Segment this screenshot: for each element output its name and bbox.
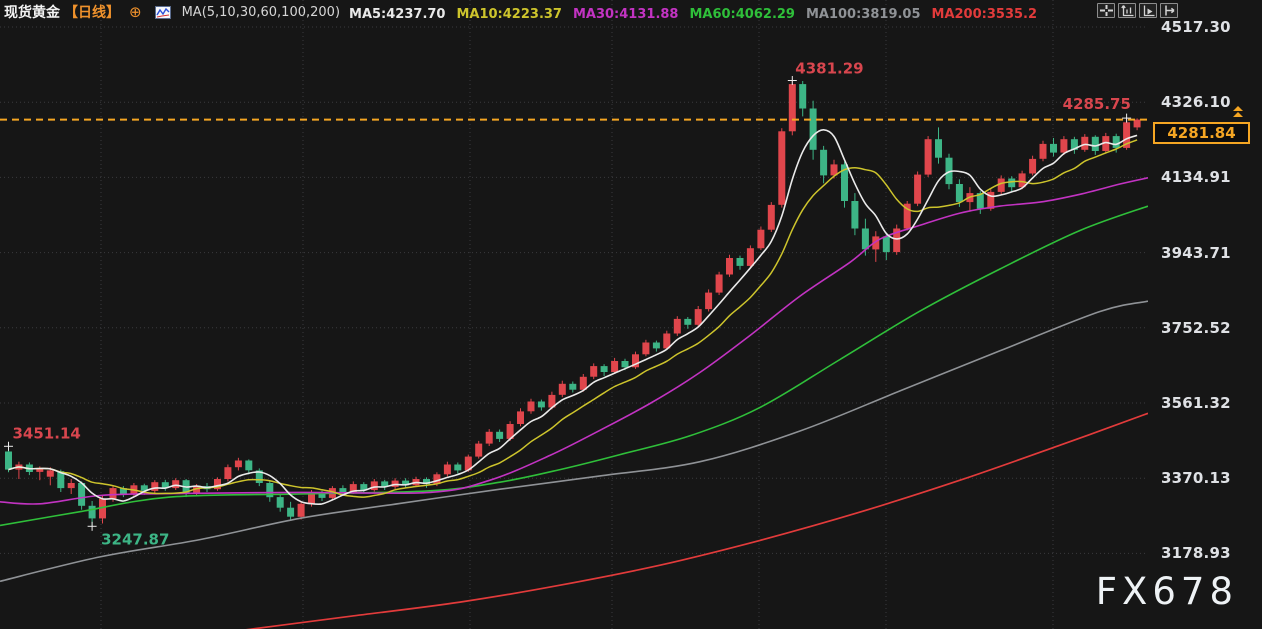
axis-scale-icon[interactable]: [1118, 3, 1136, 18]
ma-readout: MA30:4131.88: [573, 7, 679, 22]
extreme-marker: [4, 442, 13, 451]
ma-readout: MA100:3819.05: [806, 7, 921, 22]
chart-type-icon[interactable]: [155, 6, 171, 19]
price-annotation: 4381.29: [795, 60, 863, 78]
ma-line-ma5: [9, 130, 1138, 504]
ma-legend: MA5:4237.70 MA10:4223.37 MA30:4131.88 MA60:…: [349, 3, 1048, 22]
y-axis-label: 3943.71: [1161, 244, 1231, 262]
ma-readout: MA200:3535.2: [932, 7, 1038, 22]
pan-icon[interactable]: [1097, 3, 1115, 18]
ma-readout: MA10:4223.37: [456, 7, 562, 22]
y-axis-label: 4517.30: [1161, 18, 1231, 36]
trading-chart-window: 3451.14 3247.87 4381.29 4285.75 4517.30 4326…: [0, 0, 1262, 629]
candles-layer: [5, 81, 1141, 527]
chart-header: 现货黄金 【日线】 ⊕ MA(5,10,30,60,100,200) MA5:4…: [4, 1, 1048, 23]
ma-readout: MA60:4062.29: [689, 7, 795, 22]
symbol-title: 现货黄金: [4, 2, 60, 22]
y-axis-label: 3752.52: [1161, 319, 1231, 337]
ma-line-ma30: [0, 178, 1148, 504]
candlestick-chart[interactable]: 3451.14 3247.87 4381.29 4285.75: [0, 0, 1148, 629]
extreme-marker: [88, 522, 97, 531]
ma-readout: MA5:4237.70: [349, 7, 445, 22]
ma-line-ma200: [150, 413, 1148, 629]
price-axis[interactable]: 4517.30 4326.10 4134.91 3943.71 3752.52 3561.…: [1148, 0, 1262, 629]
price-up-arrow-icon: [1233, 106, 1243, 118]
price-annotation: 3247.87: [101, 530, 169, 548]
y-axis-label: 3178.93: [1161, 544, 1231, 562]
period-label[interactable]: 【日线】: [64, 2, 120, 22]
axis-play-icon[interactable]: [1139, 3, 1157, 18]
y-axis-label: 4326.10: [1161, 93, 1231, 111]
watermark: FX678: [1096, 570, 1238, 613]
ma-line-ma100: [0, 301, 1148, 581]
ma-settings-label[interactable]: MA(5,10,30,60,100,200): [182, 5, 340, 20]
last-price-badge: 4281.84: [1153, 122, 1250, 144]
ma-line-ma60: [0, 206, 1148, 525]
shift-right-icon[interactable]: [1160, 3, 1178, 18]
extreme-marker: [1122, 114, 1131, 123]
price-annotation: 4285.75: [1063, 95, 1131, 113]
y-axis-label: 3561.32: [1161, 394, 1231, 412]
last-price-value: 4281.84: [1167, 124, 1235, 142]
y-axis-label: 4134.91: [1161, 168, 1231, 186]
chart-toolbar: [1097, 3, 1178, 18]
add-indicator-icon[interactable]: ⊕: [129, 5, 142, 19]
price-annotation: 3451.14: [13, 424, 81, 442]
y-axis-label: 3370.13: [1161, 469, 1231, 487]
